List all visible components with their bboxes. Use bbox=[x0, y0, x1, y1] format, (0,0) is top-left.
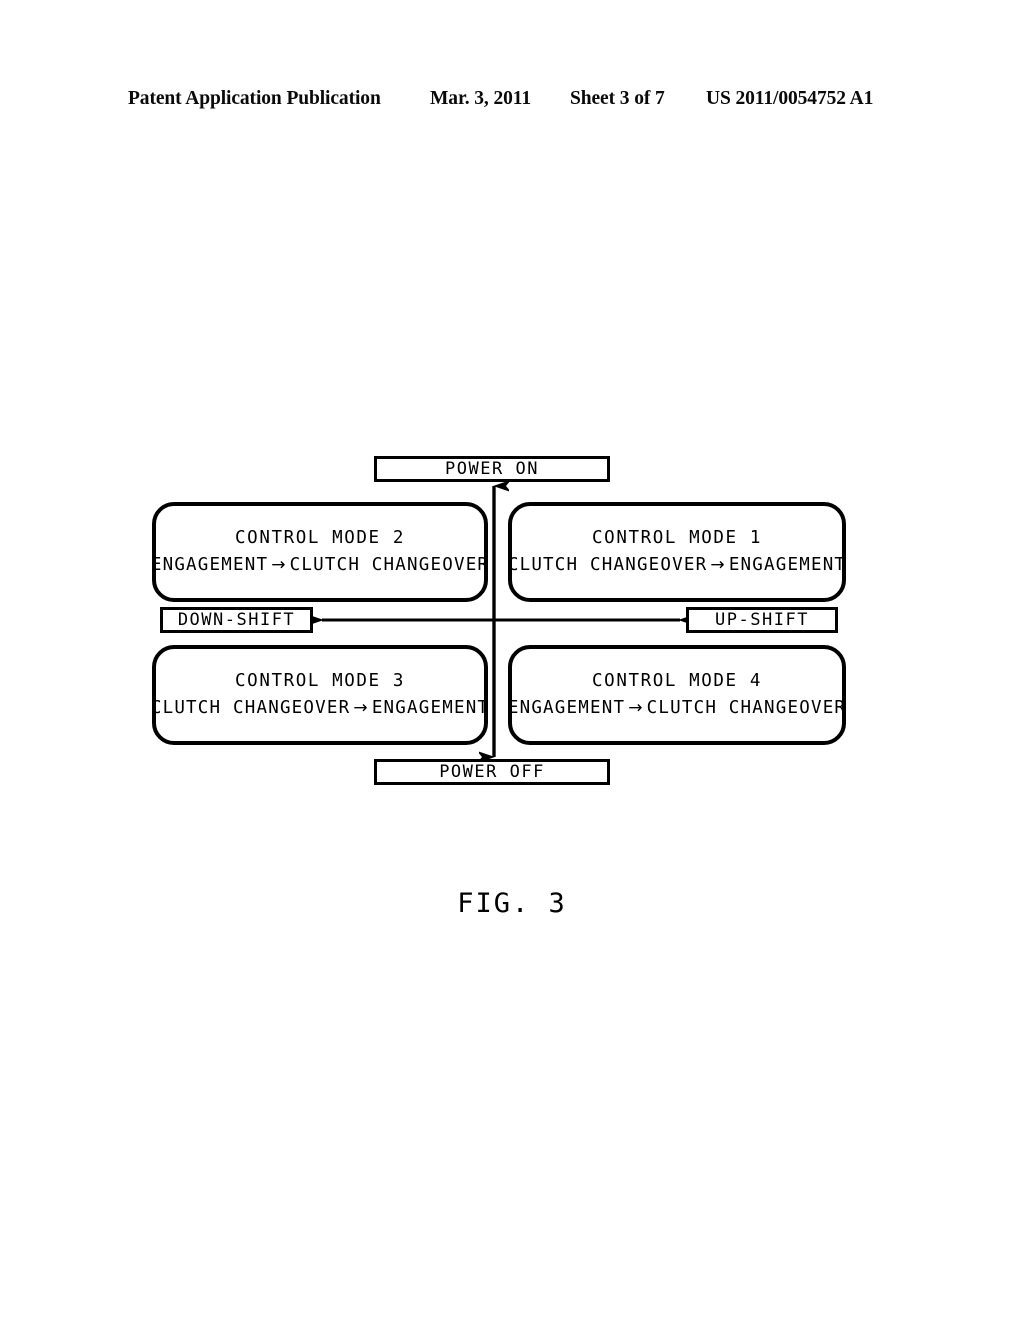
control-mode-1-flow-from: CLUTCH CHANGEOVER bbox=[507, 555, 708, 576]
power-on-label: POWER ON bbox=[445, 459, 539, 479]
control-mode-4-title: CONTROL MODE 4 bbox=[592, 671, 762, 692]
control-mode-3-box: CONTROL MODE 3 CLUTCH CHANGEOVER → ENGAGEM… bbox=[151, 645, 489, 745]
control-mode-4-flow-from: ENGAGEMENT bbox=[507, 698, 626, 719]
control-mode-4-flow-to: CLUTCH CHANGEOVER bbox=[646, 698, 847, 719]
up-shift-label: UP-SHIFT bbox=[715, 610, 809, 630]
control-mode-2-box: CONTROL MODE 2 ENGAGEMENT → CLUTCH CHANGEO… bbox=[151, 502, 489, 602]
power-off-label: POWER OFF bbox=[439, 762, 545, 782]
up-shift-label-box: UP-SHIFT bbox=[686, 607, 838, 633]
control-mode-2-flow-from: ENGAGEMENT bbox=[150, 555, 269, 576]
power-off-label-box: POWER OFF bbox=[374, 759, 610, 785]
flow-arrow-icon: → bbox=[628, 698, 644, 719]
control-mode-1-flow: CLUTCH CHANGEOVER → ENGAGEMENT bbox=[508, 555, 846, 576]
down-shift-label-box: DOWN-SHIFT bbox=[160, 607, 313, 633]
control-mode-3-flow: CLUTCH CHANGEOVER → ENGAGEMENT bbox=[151, 698, 489, 719]
flow-arrow-icon: → bbox=[271, 555, 287, 576]
control-mode-1-box: CONTROL MODE 1 CLUTCH CHANGEOVER → ENGAGEM… bbox=[508, 502, 846, 602]
control-mode-3-flow-from: CLUTCH CHANGEOVER bbox=[150, 698, 351, 719]
flow-arrow-icon: → bbox=[710, 555, 726, 576]
figure-3-diagram: POWER ON POWER OFF DOWN-SHIFT UP-SHIFT C… bbox=[0, 0, 1024, 1320]
flow-arrow-icon: → bbox=[353, 698, 369, 719]
control-mode-1-title: CONTROL MODE 1 bbox=[592, 528, 762, 549]
figure-caption: FIG. 3 bbox=[457, 888, 567, 919]
control-mode-3-title: CONTROL MODE 3 bbox=[235, 671, 405, 692]
control-mode-2-flow-to: CLUTCH CHANGEOVER bbox=[289, 555, 490, 576]
control-mode-4-flow: ENGAGEMENT → CLUTCH CHANGEOVER bbox=[508, 698, 846, 719]
control-mode-2-flow: ENGAGEMENT → CLUTCH CHANGEOVER bbox=[151, 555, 489, 576]
control-mode-1-flow-to: ENGAGEMENT bbox=[728, 555, 847, 576]
control-mode-3-flow-to: ENGAGEMENT bbox=[371, 698, 490, 719]
down-shift-label: DOWN-SHIFT bbox=[177, 610, 296, 630]
control-mode-4-box: CONTROL MODE 4 ENGAGEMENT → CLUTCH CHANGEO… bbox=[508, 645, 846, 745]
control-mode-2-title: CONTROL MODE 2 bbox=[235, 528, 405, 549]
power-on-label-box: POWER ON bbox=[374, 456, 610, 482]
